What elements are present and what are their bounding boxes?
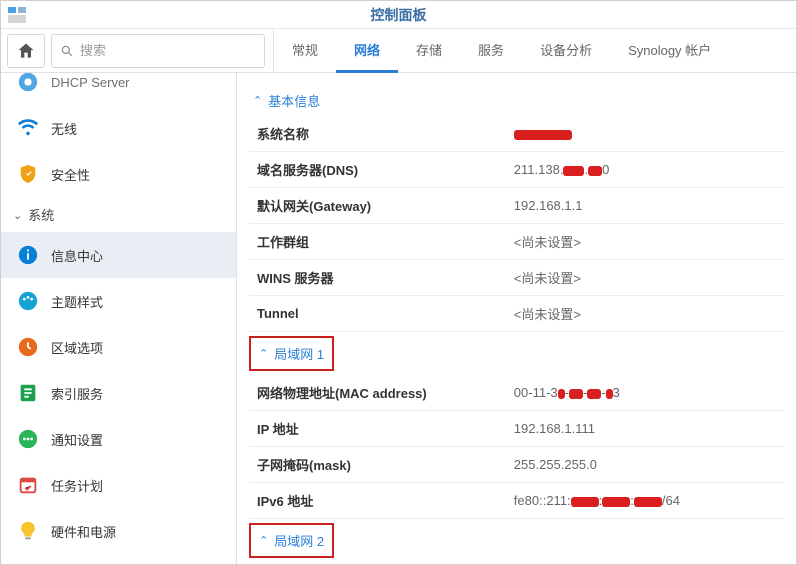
table-row: IP 地址192.168.1.111: [249, 411, 784, 447]
row-value: 00-11-32-5--1: [506, 562, 784, 564]
table-row: 工作群组<尚未设置>: [249, 224, 784, 260]
search-box[interactable]: [51, 34, 265, 68]
table-row: 系统名称: [249, 116, 784, 152]
sidebar-item-通知设置[interactable]: 通知设置: [1, 416, 236, 462]
section-title: 局域网 1: [274, 344, 324, 363]
row-value: 192.168.1.111: [506, 411, 784, 447]
sidebar-item-区域选项[interactable]: 区域选项: [1, 324, 236, 370]
sidebar-section-system[interactable]: ⌃ 系统: [1, 197, 236, 232]
table-row: 网络物理地址(MAC address)00-11-32-5--1: [249, 562, 784, 564]
content-panel: ⌃ 基本信息系统名称域名服务器(DNS)211.138..0默认网关(Gatewa…: [237, 73, 796, 564]
clock-icon: [15, 334, 41, 360]
row-key: WINS 服务器: [249, 260, 506, 296]
table-row: 域名服务器(DNS)211.138..0: [249, 152, 784, 188]
toolbar: 常规网络存储服务设备分析Synology 帐户: [1, 29, 796, 73]
row-key: 系统名称: [249, 116, 506, 152]
table-row: WINS 服务器<尚未设置>: [249, 260, 784, 296]
sidebar-item-信息中心[interactable]: 信息中心: [1, 232, 236, 278]
sidebar-item-主题样式[interactable]: 主题样式: [1, 278, 236, 324]
row-value: fe80::211:::/64: [506, 483, 784, 519]
row-key: 工作群组: [249, 224, 506, 260]
row-key: 域名服务器(DNS): [249, 152, 506, 188]
chevron-up-icon: ⌃: [259, 534, 268, 547]
sidebar-section-label: 系统: [28, 205, 54, 224]
info-icon: [15, 242, 41, 268]
sidebar-item-索引服务[interactable]: 索引服务: [1, 370, 236, 416]
tab-服务[interactable]: 服务: [460, 29, 522, 73]
titlebar: 控制面板: [1, 1, 796, 29]
sidebar-item-label: 安全性: [51, 165, 90, 184]
tab-网络[interactable]: 网络: [336, 29, 398, 73]
info-table: 系统名称域名服务器(DNS)211.138..0默认网关(Gateway)192…: [249, 116, 784, 332]
search-input[interactable]: [80, 43, 256, 58]
sidebar-item-label: 无线: [51, 119, 77, 138]
sidebar-item-任务计划[interactable]: 任务计划: [1, 462, 236, 508]
sidebar-item-安全性[interactable]: 安全性: [1, 151, 236, 197]
sidebar-item-label: 主题样式: [51, 292, 103, 311]
search-icon: [60, 44, 74, 58]
app-icon: [7, 5, 27, 25]
row-value: <尚未设置>: [506, 260, 784, 296]
table-row: Tunnel<尚未设置>: [249, 296, 784, 332]
tab-存储[interactable]: 存储: [398, 29, 460, 73]
chevron-up-icon: ⌃: [253, 94, 262, 107]
row-value: 211.138..0: [506, 152, 784, 188]
sidebar-item-label: 信息中心: [51, 246, 103, 265]
sidebar-item-DHCP Server[interactable]: DHCP Server: [1, 73, 236, 105]
section-title: 基本信息: [268, 91, 320, 110]
window-title: 控制面板: [371, 5, 427, 25]
sidebar-item-无线[interactable]: 无线: [1, 105, 236, 151]
row-value: <尚未设置>: [506, 296, 784, 332]
sidebar: DHCP Server 无线安全性 ⌃ 系统信息中心主题样式区域选项索引服务通知设置任…: [1, 73, 237, 564]
table-row: 网络物理地址(MAC address)00-11-3---3: [249, 375, 784, 411]
sidebar-item-label: 索引服务: [51, 384, 103, 403]
section-head-局域网 1[interactable]: ⌃ 局域网 1: [249, 336, 334, 371]
tab-Synology 帐户[interactable]: Synology 帐户: [610, 29, 729, 73]
section-title: 局域网 2: [274, 531, 324, 550]
row-value: [506, 116, 784, 152]
row-key: IP 地址: [249, 411, 506, 447]
section-head-基本信息[interactable]: ⌃ 基本信息: [249, 81, 784, 116]
sidebar-item-label: 任务计划: [51, 476, 103, 495]
row-key: 网络物理地址(MAC address): [249, 562, 506, 564]
index-icon: [15, 380, 41, 406]
row-key: 网络物理地址(MAC address): [249, 375, 506, 411]
info-table: 网络物理地址(MAC address)00-11-32-5--1IP 地址10.…: [249, 562, 784, 564]
row-value: 00-11-3---3: [506, 375, 784, 411]
row-key: 默认网关(Gateway): [249, 188, 506, 224]
section-head-局域网 2[interactable]: ⌃ 局域网 2: [249, 523, 334, 558]
chevron-up-icon: ⌃: [259, 347, 268, 360]
info-table: 网络物理地址(MAC address)00-11-3---3IP 地址192.1…: [249, 375, 784, 519]
wifi-icon: [15, 115, 41, 141]
calendar-icon: [15, 472, 41, 498]
chat-icon: [15, 426, 41, 452]
shield-icon: [15, 161, 41, 187]
sidebar-item-label: 硬件和电源: [51, 522, 116, 541]
row-key: 子网掩码(mask): [249, 447, 506, 483]
home-button[interactable]: [7, 34, 45, 68]
tab-常规[interactable]: 常规: [274, 29, 336, 73]
tabs-row: 常规网络存储服务设备分析Synology 帐户: [273, 29, 790, 73]
sidebar-item-label: 区域选项: [51, 338, 103, 357]
sidebar-item-label: 通知设置: [51, 430, 103, 449]
row-key: Tunnel: [249, 296, 506, 332]
sidebar-item-label: DHCP Server: [51, 75, 130, 90]
home-icon: [16, 41, 36, 61]
row-value: <尚未设置>: [506, 224, 784, 260]
row-value: 255.255.255.0: [506, 447, 784, 483]
bulb-icon: [15, 518, 41, 544]
table-row: 默认网关(Gateway)192.168.1.1: [249, 188, 784, 224]
row-key: IPv6 地址: [249, 483, 506, 519]
row-value: 192.168.1.1: [506, 188, 784, 224]
dhcp-icon: [15, 73, 41, 95]
chevron-up-icon: ⌃: [13, 208, 22, 221]
tab-设备分析[interactable]: 设备分析: [522, 29, 610, 73]
sidebar-item-硬件和电源[interactable]: 硬件和电源: [1, 508, 236, 554]
table-row: IPv6 地址fe80::211:::/64: [249, 483, 784, 519]
palette-icon: [15, 288, 41, 314]
table-row: 子网掩码(mask)255.255.255.0: [249, 447, 784, 483]
